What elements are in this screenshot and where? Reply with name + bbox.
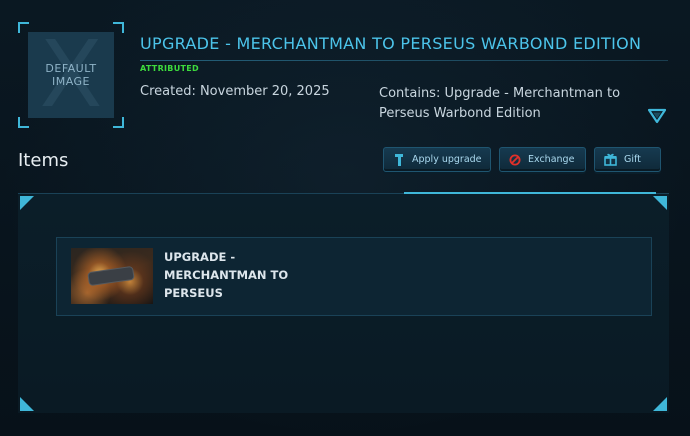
ship-silhouette	[88, 266, 134, 286]
title-divider	[140, 60, 668, 61]
created-date: Created: November 20, 2025	[140, 84, 330, 99]
thumb-corner	[18, 117, 29, 128]
panel-accent-line	[404, 192, 656, 194]
items-heading: Items	[18, 150, 69, 171]
status-badge: ATTRIBUTED	[140, 64, 199, 73]
panel-corner	[20, 196, 34, 210]
triangle-down-icon	[647, 108, 667, 124]
panel-corner	[20, 397, 34, 411]
thumb-corner	[113, 22, 124, 33]
default-image-label: DEFAULT IMAGE	[45, 62, 97, 88]
exchange-label: Exchange	[528, 154, 575, 165]
contains-text: Contains: Upgrade - Merchantman to Perse…	[379, 86, 621, 121]
apply-upgrade-label: Apply upgrade	[412, 154, 482, 165]
exchange-icon	[509, 154, 521, 165]
pledge-thumbnail: X DEFAULT IMAGE	[18, 22, 124, 128]
upgrade-icon	[395, 153, 403, 166]
thumb-corner	[113, 117, 124, 128]
ship-image	[71, 248, 153, 304]
list-item[interactable]	[56, 237, 652, 316]
panel-corner	[653, 397, 667, 411]
gift-label: Gift	[624, 154, 641, 165]
pledge-title: UPGRADE - MERCHANTMAN TO PERSEUS WARBOND…	[140, 34, 642, 53]
default-image: X DEFAULT IMAGE	[28, 32, 114, 118]
exchange-button[interactable]: Exchange	[499, 147, 586, 172]
apply-upgrade-button[interactable]: Apply upgrade	[383, 147, 491, 172]
gift-button[interactable]: Gift	[594, 147, 661, 172]
panel-corner	[653, 196, 667, 210]
gift-icon	[604, 153, 617, 166]
expand-toggle[interactable]	[647, 108, 667, 124]
item-name: UPGRADE - MERCHANTMAN TO PERSEUS	[164, 250, 289, 300]
